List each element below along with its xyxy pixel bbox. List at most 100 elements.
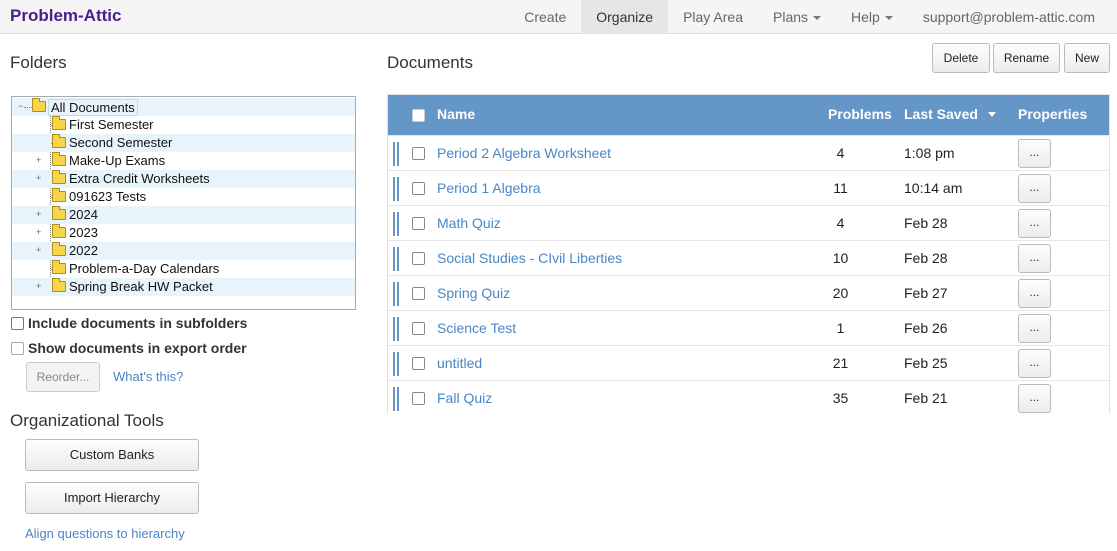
expand-icon[interactable]: + (36, 156, 44, 165)
nav-create[interactable]: Create (509, 0, 581, 34)
tree-item[interactable]: + Make-Up Exams (12, 152, 355, 170)
tree-item-label: 2024 (69, 207, 98, 222)
expand-icon[interactable]: + (36, 228, 44, 237)
row-checkbox[interactable] (412, 392, 425, 405)
problem-count: 4 (836, 145, 845, 161)
properties-button[interactable]: ... (1018, 209, 1051, 238)
properties-button[interactable]: ... (1018, 174, 1051, 203)
row-checkbox[interactable] (412, 322, 425, 335)
properties-button[interactable]: ... (1018, 244, 1051, 273)
nav-plans[interactable]: Plans (758, 0, 836, 34)
nav-play-area[interactable]: Play Area (668, 0, 758, 34)
properties-button[interactable]: ... (1018, 384, 1051, 413)
problem-count: 11 (833, 180, 848, 196)
row-checkbox[interactable] (412, 252, 425, 265)
tree-item[interactable]: Second Semester (12, 134, 355, 152)
tree-item[interactable]: + 2022 (12, 242, 355, 260)
row-checkbox[interactable] (412, 287, 425, 300)
tree-item-label: Problem-a-Day Calendars (69, 261, 220, 276)
custom-banks-button[interactable]: Custom Banks (25, 439, 199, 471)
drag-handle-icon[interactable] (393, 282, 399, 306)
tree-item[interactable]: 091623 Tests (12, 188, 355, 206)
table-row[interactable]: untitled 21 Feb 25 ... (388, 345, 1109, 380)
include-subfolders-option[interactable]: Include documents in subfolders (11, 315, 247, 331)
tree-item[interactable]: First Semester (12, 116, 355, 134)
caret-down-icon (813, 16, 822, 20)
properties-button[interactable]: ... (1018, 139, 1051, 168)
problem-count: 21 (832, 355, 849, 371)
expand-icon[interactable]: + (36, 210, 44, 219)
drag-handle-icon[interactable] (393, 247, 399, 271)
tree-item-all-documents[interactable]: − All Documents (12, 98, 355, 116)
last-saved: 1:08 pm (904, 145, 955, 161)
delete-button[interactable]: Delete (932, 43, 990, 73)
row-checkbox[interactable] (412, 357, 425, 370)
drag-handle-icon[interactable] (393, 177, 399, 201)
document-name-link[interactable]: untitled (437, 355, 482, 371)
table-row[interactable]: Period 2 Algebra Worksheet 4 1:08 pm ... (388, 135, 1109, 170)
tree-item[interactable]: + 2024 (12, 206, 355, 224)
table-row[interactable]: Science Test 1 Feb 26 ... (388, 310, 1109, 345)
export-order-option[interactable]: Show documents in export order (11, 340, 247, 356)
drag-handle-icon[interactable] (393, 387, 399, 411)
tree-item[interactable]: + 2023 (12, 224, 355, 242)
properties-button[interactable]: ... (1018, 279, 1051, 308)
table-row[interactable]: Period 1 Algebra 11 10:14 am ... (388, 170, 1109, 205)
drag-handle-icon[interactable] (393, 212, 399, 236)
column-header-last-saved[interactable]: Last Saved (904, 106, 996, 122)
column-header-name[interactable]: Name (437, 106, 475, 122)
properties-button[interactable]: ... (1018, 314, 1051, 343)
document-name-link[interactable]: Fall Quiz (437, 390, 492, 406)
whats-this-link[interactable]: What's this? (113, 369, 183, 384)
include-subfolders-checkbox[interactable] (11, 317, 24, 330)
nav-account[interactable]: support@problem-attic.com (908, 0, 1117, 34)
drag-handle-icon[interactable] (393, 352, 399, 376)
row-checkbox[interactable] (412, 182, 425, 195)
tree-item[interactable]: + Spring Break HW Packet (12, 278, 355, 296)
brand-logo[interactable]: Problem-Attic (10, 6, 121, 26)
tree-branch (24, 107, 32, 108)
tree-item-label: Make-Up Exams (69, 153, 166, 168)
table-row[interactable]: Social Studies - CIvil Liberties 10 Feb … (388, 240, 1109, 275)
expand-icon[interactable]: + (36, 174, 44, 183)
nav-help[interactable]: Help (836, 0, 908, 34)
document-name-link[interactable]: Math Quiz (437, 215, 501, 231)
column-header-last-saved-label: Last Saved (904, 106, 978, 122)
document-name-link[interactable]: Social Studies - CIvil Liberties (437, 250, 622, 266)
folder-icon (52, 206, 66, 220)
table-row[interactable]: Fall Quiz 35 Feb 21 ... (388, 380, 1109, 415)
folder-icon (52, 278, 66, 292)
document-name-link[interactable]: Period 1 Algebra (437, 180, 541, 196)
problem-count: 10 (832, 250, 849, 266)
folder-icon (52, 242, 66, 256)
collapse-icon[interactable]: − (18, 102, 26, 111)
row-checkbox[interactable] (412, 147, 425, 160)
tree-item-label: Spring Break HW Packet (69, 279, 213, 294)
expand-icon[interactable]: + (36, 282, 44, 291)
tree-item[interactable]: Problem-a-Day Calendars (12, 260, 355, 278)
drag-handle-icon[interactable] (393, 317, 399, 341)
tree-item[interactable]: + Extra Credit Worksheets (12, 170, 355, 188)
folder-tree[interactable]: − All Documents First Semester Second Se… (11, 96, 356, 310)
rename-button[interactable]: Rename (993, 43, 1060, 73)
last-saved: Feb 26 (904, 320, 948, 336)
problem-count: 20 (832, 285, 849, 301)
table-row[interactable]: Spring Quiz 20 Feb 27 ... (388, 275, 1109, 310)
export-order-checkbox[interactable] (11, 342, 24, 355)
reorder-button[interactable]: Reorder... (26, 362, 100, 392)
row-checkbox[interactable] (412, 217, 425, 230)
document-name-link[interactable]: Spring Quiz (437, 285, 510, 301)
align-questions-link[interactable]: Align questions to hierarchy (25, 526, 185, 541)
column-header-problems[interactable]: Problems (828, 106, 892, 122)
import-hierarchy-button[interactable]: Import Hierarchy (25, 482, 199, 514)
export-order-label: Show documents in export order (28, 340, 247, 356)
new-button[interactable]: New (1064, 43, 1110, 73)
nav-organize[interactable]: Organize (581, 0, 669, 34)
expand-icon[interactable]: + (36, 246, 44, 255)
document-name-link[interactable]: Science Test (437, 320, 516, 336)
document-name-link[interactable]: Period 2 Algebra Worksheet (437, 145, 611, 161)
properties-button[interactable]: ... (1018, 349, 1051, 378)
table-row[interactable]: Math Quiz 4 Feb 28 ... (388, 205, 1109, 240)
select-all-checkbox[interactable] (412, 109, 425, 122)
drag-handle-icon[interactable] (393, 142, 399, 166)
